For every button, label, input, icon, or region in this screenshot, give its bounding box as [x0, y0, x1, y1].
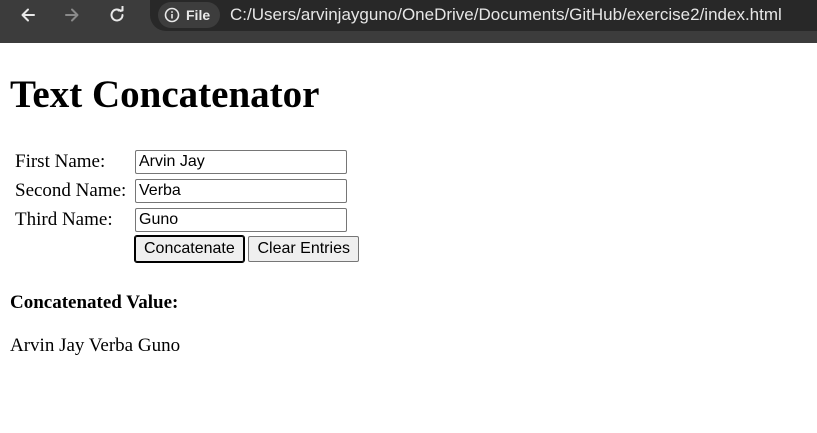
result-value: Arvin Jay Verba Guno [10, 335, 181, 356]
site-info-chip[interactable]: File [158, 2, 221, 28]
url-text[interactable]: C:/Users/arvinjayguno/OneDrive/Documents… [230, 5, 782, 25]
reload-icon [110, 6, 124, 22]
page-title: Text Concatenator [10, 73, 320, 116]
second-name-input[interactable] [135, 179, 347, 203]
first-name-input[interactable] [135, 150, 347, 174]
name-form: First Name: Second Name: Third Name: Con… [12, 146, 362, 265]
form-row-buttons: Concatenate Clear Entries [14, 235, 360, 263]
info-icon [164, 7, 180, 23]
empty-cell [14, 235, 132, 263]
page-content: Text Concatenator First Name: Second Nam… [10, 43, 817, 433]
concatenate-button[interactable]: Concatenate [134, 235, 245, 263]
address-bar[interactable]: File C:/Users/arvinjayguno/OneDrive/Docu… [150, 0, 817, 31]
form-row-second: Second Name: [14, 177, 360, 204]
browser-toolbar: File C:/Users/arvinjayguno/OneDrive/Docu… [0, 0, 817, 43]
site-chip-label: File [186, 7, 211, 23]
third-name-label: Third Name: [15, 208, 113, 230]
back-button[interactable] [10, 0, 46, 30]
second-name-label: Second Name: [15, 179, 127, 201]
form-row-first: First Name: [14, 148, 360, 175]
clear-entries-button[interactable]: Clear Entries [248, 236, 359, 262]
arrow-left-icon [21, 8, 35, 22]
arrow-right-icon [65, 8, 79, 22]
third-name-input[interactable] [135, 208, 347, 232]
reload-button[interactable] [99, 0, 135, 30]
form-row-third: Third Name: [14, 206, 360, 233]
first-name-label: First Name: [15, 150, 106, 172]
result-heading: Concatenated Value: [10, 292, 179, 313]
forward-button[interactable] [54, 0, 90, 30]
